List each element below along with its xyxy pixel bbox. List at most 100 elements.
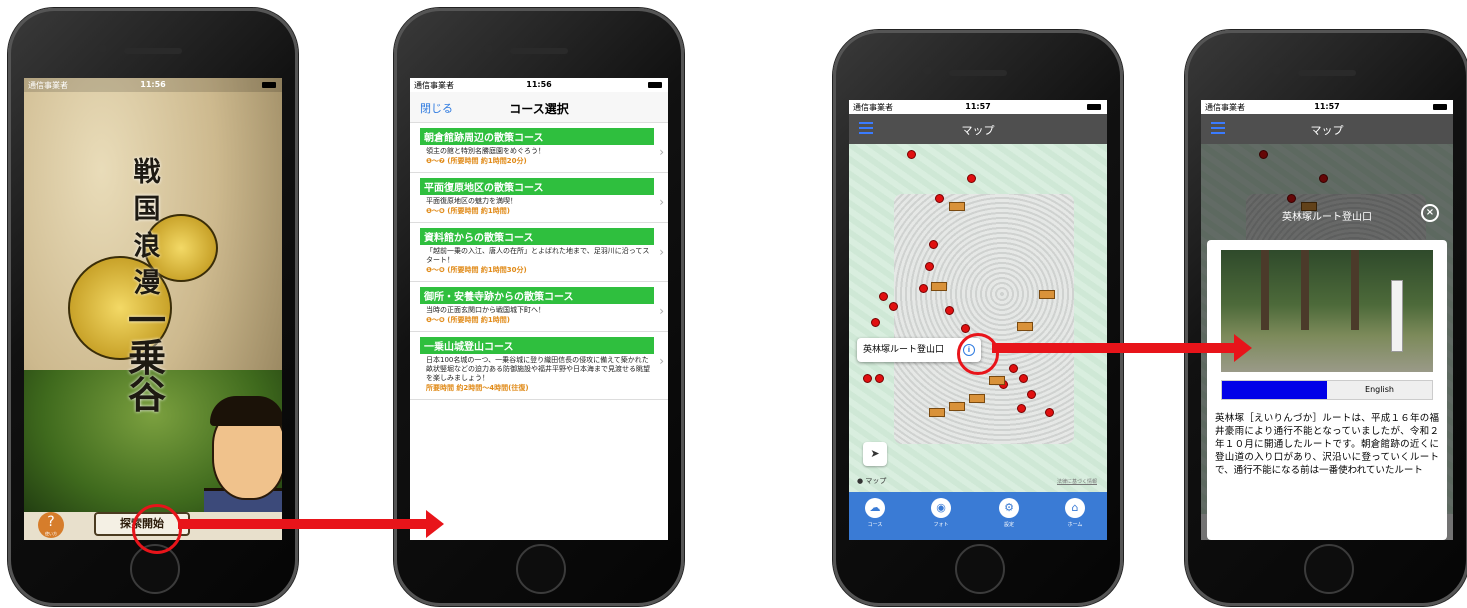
course-row[interactable]: 一乗山城登山コース 日本100名城の一つ、一乗谷城に登り織田信長の侵攻に備えて築… <box>410 332 668 400</box>
title-char: 国 <box>133 194 161 225</box>
title-char: 戦 <box>133 157 161 188</box>
locate-arrow-icon[interactable]: ➤ <box>863 442 887 466</box>
course-name: 一乗山城登山コース <box>420 337 654 354</box>
lang-english-button[interactable]: English <box>1327 381 1432 399</box>
description-text: 英林塚［えいりんづか］ルートは、平成１６年の福井豪雨により通行不能となっていまし… <box>1215 413 1439 476</box>
map-pin[interactable] <box>875 374 884 383</box>
close-icon[interactable]: × <box>1421 204 1439 222</box>
map-title: マップ <box>1310 124 1344 137</box>
course-select-screen: 通信事業者 11:56 閉じる コース選択 朝倉館跡周辺の散策コース 領主の館と… <box>410 78 668 540</box>
course-desc: 平面復原地区の魅力を満喫！ <box>426 197 517 205</box>
clock: 11:57 <box>965 102 991 111</box>
tab-label: 設定 <box>1003 522 1014 528</box>
battery-icon <box>262 82 276 88</box>
course-time: 所要時間 約2時間～4時間(往復) <box>426 384 529 392</box>
course-row[interactable]: 朝倉館跡周辺の散策コース 領主の館と特別名勝庭園をめぐろう！ ❶～❼ (所要時間… <box>410 123 668 173</box>
splash-background: 通信事業者 11:56 戦 国 浪 漫 一 乗 谷 ? 使い方 探索開始 <box>24 78 282 540</box>
course-desc: 「越前一乗の入江、唐人の在所」とよばれた地まで、足羽川に沿ってスタート！ <box>426 247 650 264</box>
trail-sign <box>1391 280 1403 352</box>
camera <box>484 44 493 53</box>
lang-japanese-button[interactable]: 日本語 <box>1222 381 1327 399</box>
course-name: 資料館からの散策コース <box>420 228 654 245</box>
map-marker-tag[interactable] <box>989 376 1005 385</box>
map-pin[interactable] <box>925 262 934 271</box>
tab-settings[interactable]: ⚙ 設定 <box>989 498 1029 528</box>
course-time: ❶～❼ (所要時間 約1時間20分) <box>426 157 527 165</box>
home-icon: ⌂ <box>1065 498 1085 518</box>
tab-bar: ☁ コース ◉ フォト ⚙ 設定 ⌂ ホーム <box>849 492 1107 540</box>
app-title-vertical: 戦 国 浪 漫 一 乗 谷 <box>127 154 167 414</box>
map-pin[interactable] <box>871 318 880 327</box>
course-row[interactable]: 資料館からの散策コース 「越前一乗の入江、唐人の在所」とよばれた地まで、足羽川に… <box>410 223 668 282</box>
splash-screen: 通信事業者 11:56 戦 国 浪 漫 一 乗 谷 ? 使い方 探索開始 <box>24 78 282 540</box>
course-row[interactable]: 御所・安養寺跡からの散策コース 当時の正面玄関口から戦国城下町へ！ ❶～❻ (所… <box>410 282 668 332</box>
map-pin[interactable] <box>1017 404 1026 413</box>
map-pin[interactable] <box>1009 364 1018 373</box>
map-pin[interactable] <box>907 150 916 159</box>
course-time: ❶～❻ (所要時間 約1時間) <box>426 207 510 215</box>
map-pin[interactable] <box>1027 390 1036 399</box>
map-pin[interactable] <box>945 306 954 315</box>
course-name: 平面復原地区の散策コース <box>420 178 654 195</box>
phone-map: 通信事業者 11:57 マップ 英林塚ルート登山口 i ➤ ● マップ 法律に基… <box>833 30 1123 606</box>
title-char: 漫 <box>133 268 161 299</box>
camera <box>98 44 107 53</box>
chevron-right-icon: › <box>659 304 664 318</box>
maps-logo: ● マップ <box>857 476 886 486</box>
speaker <box>1298 70 1356 76</box>
map-pin[interactable] <box>935 194 944 203</box>
apple-logo-icon: ● <box>857 477 864 485</box>
sheet-title: 英林塚ルート登山口 <box>1282 212 1372 223</box>
map-pin[interactable] <box>889 302 898 311</box>
tree-trunk <box>1261 250 1269 330</box>
course-row[interactable]: 平面復原地区の散策コース 平面復原地区の魅力を満喫！ ❶～❻ (所要時間 約1時… <box>410 173 668 223</box>
help-sub-label: 使い方 <box>45 531 57 536</box>
map-pin[interactable] <box>967 174 976 183</box>
clock: 11:56 <box>526 80 552 89</box>
tab-home[interactable]: ⌂ ホーム <box>1055 498 1095 528</box>
tab-label: ホーム <box>1067 522 1083 528</box>
home-button-hardware[interactable] <box>1304 544 1354 594</box>
course-name: 御所・安養寺跡からの散策コース <box>420 287 654 304</box>
map-marker-tag[interactable] <box>949 202 965 211</box>
map-pin[interactable] <box>961 324 970 333</box>
camera <box>923 66 932 75</box>
tab-label: フォト <box>933 522 949 528</box>
tree-trunk <box>1301 250 1309 330</box>
map-pin[interactable] <box>879 292 888 301</box>
tree-trunk <box>1351 250 1359 330</box>
legal-link[interactable]: 法律に基づく情報 <box>1057 478 1097 485</box>
map-view[interactable]: 英林塚ルート登山口 i <box>849 144 1107 514</box>
cloud-icon: ☁ <box>865 498 885 518</box>
home-button-hardware[interactable] <box>955 544 1005 594</box>
map-marker-tag[interactable] <box>1017 322 1033 331</box>
course-desc: 当時の正面玄関口から戦国城下町へ！ <box>426 306 545 314</box>
chevron-right-icon: › <box>659 195 664 209</box>
tab-photo[interactable]: ◉ フォト <box>921 498 961 528</box>
map-marker-tag[interactable] <box>929 408 945 417</box>
title-char: 浪 <box>133 231 161 262</box>
highlight-ring-start <box>132 504 182 554</box>
chevron-right-icon: › <box>659 354 664 368</box>
camera <box>1272 66 1281 75</box>
home-button-hardware[interactable] <box>516 544 566 594</box>
map-pin[interactable] <box>929 240 938 249</box>
map-pin[interactable] <box>1045 408 1054 417</box>
map-pin[interactable] <box>1019 374 1028 383</box>
map-marker-tag[interactable] <box>1039 290 1055 299</box>
map-marker-tag[interactable] <box>949 402 965 411</box>
map-marker-tag[interactable] <box>931 282 947 291</box>
course-desc: 領主の館と特別名勝庭園をめぐろう！ <box>426 147 545 155</box>
help-button[interactable]: ? 使い方 <box>38 512 64 538</box>
map-pin[interactable] <box>863 374 872 383</box>
detail-sheet: 日本語 English 英林塚［えいりんづか］ルートは、平成１６年の福井豪雨によ… <box>1207 240 1447 540</box>
chevron-right-icon: › <box>659 145 664 159</box>
map-header: マップ <box>849 114 1107 144</box>
map-marker-tag[interactable] <box>969 394 985 403</box>
camera-icon: ◉ <box>931 498 951 518</box>
speaker <box>510 48 568 54</box>
status-bar: 通信事業者 11:56 <box>410 78 668 92</box>
map-pin[interactable] <box>919 284 928 293</box>
detail-screen: 通信事業者 11:57 マップ 英林塚ルート登山口 × 日本語 English … <box>1201 100 1453 540</box>
tab-course[interactable]: ☁ コース <box>855 498 895 528</box>
